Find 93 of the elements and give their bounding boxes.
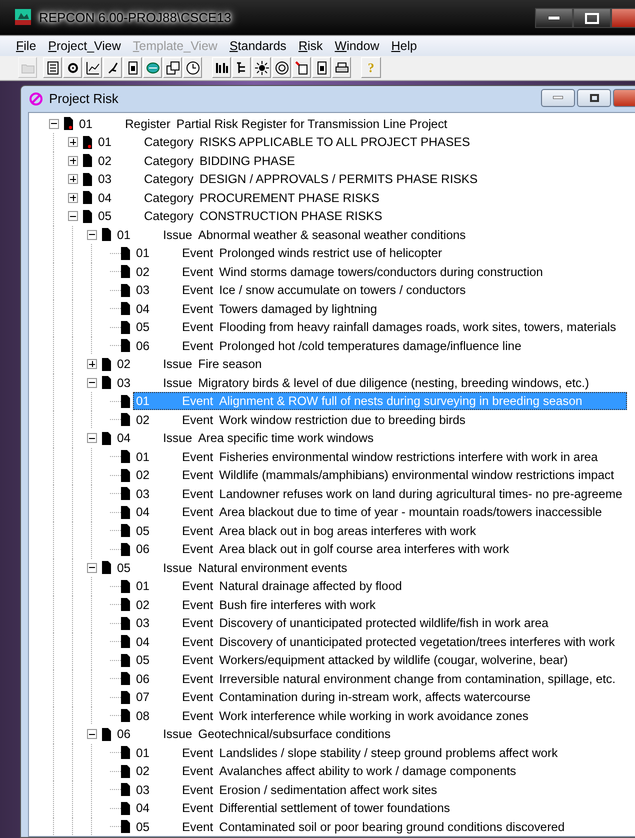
maximize-button[interactable] — [573, 8, 611, 28]
maximize-icon — [585, 12, 599, 24]
tree-item[interactable]: 03 Category DESIGN / APPROVALS / PERMITS PHASE RISKS — [95, 170, 481, 188]
window-title: Project Risk — [49, 91, 118, 106]
toolbar-button[interactable] — [212, 57, 231, 78]
menu-item[interactable]: Risk — [292, 38, 329, 53]
tree-item[interactable]: 05 Event Contaminated soil or poor bearing ground conditions discovered — [133, 818, 568, 836]
tree-item[interactable]: 01 Issue Abnormal weather & seasonal weather conditions — [114, 226, 469, 244]
toolbar-button[interactable] — [252, 57, 271, 78]
tree-item[interactable]: 06 Issue Geotechnical/subsurface conditions — [114, 725, 394, 744]
tree-item[interactable]: 01 Category RISKS APPLICABLE TO ALL PROJECT PHASES — [95, 133, 473, 152]
tree-item[interactable]: 02 Event Avalanches affect ability to work / damage components — [133, 762, 520, 780]
document-icon — [126, 60, 140, 75]
expand-toggle[interactable] — [87, 729, 97, 740]
tree-item[interactable]: 04 Event Discovery of unanticipated protected vegetation/trees interferes with work — [133, 632, 618, 651]
sun-icon — [254, 60, 268, 75]
expand-toggle[interactable] — [68, 174, 78, 184]
tree-item[interactable]: 04 Event Towers damaged by lightning — [133, 300, 380, 318]
toolbar-button[interactable] — [292, 57, 311, 78]
copy-icon — [294, 60, 308, 75]
expand-toggle[interactable] — [87, 359, 97, 370]
tree-item[interactable]: 05 Category CONSTRUCTION PHASE RISKS — [95, 207, 386, 226]
menu-item[interactable]: Help — [385, 38, 423, 53]
toolbar-button[interactable] — [272, 57, 291, 78]
toolbar-button[interactable] — [123, 57, 142, 78]
tree-item[interactable]: 03 Event Ice / snow accumulate on towers / conductors — [133, 281, 469, 300]
menu-item[interactable]: File — [10, 38, 42, 53]
tree-item[interactable]: 01 Event Landslides / slope stability / steep ground problems affect work — [133, 744, 561, 762]
toolbar-button[interactable] — [163, 57, 182, 78]
toolbar-button[interactable] — [312, 57, 331, 78]
tree-item[interactable]: 03 Event Discovery of unanticipated protected wildlife/fish in work area — [133, 614, 552, 632]
expand-toggle[interactable] — [87, 230, 97, 240]
toolbar-button[interactable] — [103, 57, 122, 78]
tree-item[interactable]: 01 Event Fisheries environmental window restrictions interfere with work in area — [133, 448, 601, 466]
toolbar-button[interactable] — [183, 57, 202, 78]
toolbar-button[interactable] — [83, 57, 102, 78]
tree-item[interactable]: 06 Event Prolonged hot /cold temperatures damage/influence line — [133, 336, 524, 355]
tree-item[interactable]: 01 Event Prolonged winds restrict use of helicopter — [133, 244, 446, 262]
tree-item[interactable]: 03 Event Erosion / sedimentation affect work sites — [133, 780, 440, 799]
tree-item[interactable]: 05 Event Workers/equipment attacked by wildlife (cougar, wolverine, bear) — [133, 651, 571, 670]
tree-item[interactable]: 01 Event Natural drainage affected by flood — [133, 577, 405, 596]
expand-toggle[interactable] — [68, 192, 78, 203]
tree-item[interactable]: 04 Issue Area specific time work windows — [114, 429, 377, 448]
tree-item[interactable]: 02 Event Bush fire interferes with work — [133, 596, 379, 614]
tree-item[interactable]: 04 Category PROCUREMENT PHASE RISKS — [95, 188, 382, 207]
document-icon — [314, 60, 328, 75]
toolbar-button[interactable] — [43, 57, 62, 78]
expand-toggle[interactable] — [49, 118, 59, 129]
tree-item[interactable]: 02 Event Work window restriction due to breeding birds — [133, 410, 469, 429]
tree-item[interactable]: 07 Event Contamination during in-stream work, affects watercourse — [133, 688, 534, 706]
minimize-icon — [553, 96, 563, 99]
toolbar-button[interactable] — [232, 57, 251, 78]
expand-toggle[interactable] — [68, 137, 78, 148]
tree-item[interactable]: 02 Event Wildlife (mammals/amphibians) environmental window restrictions impact — [133, 466, 618, 484]
minimize-button[interactable] — [535, 8, 573, 28]
toolbar-button[interactable] — [63, 57, 82, 78]
tree-item[interactable]: 05 Event Area black out in bog areas interferes with work — [133, 522, 479, 540]
expand-toggle[interactable] — [68, 156, 78, 166]
bars-icon — [214, 60, 228, 75]
tree-item[interactable]: 05 Event Flooding from heavy rainfall damages roads, work sites, towers, materials — [133, 318, 620, 336]
stack-icon — [166, 60, 180, 75]
menu-item[interactable]: Standards — [223, 38, 292, 53]
minimize-icon — [548, 16, 560, 20]
tree-item[interactable]: 04 Event Differential settlement of tower foundations — [133, 799, 453, 818]
menu-item[interactable]: Project_View — [42, 38, 127, 53]
expand-toggle[interactable] — [87, 562, 97, 573]
tree-item[interactable]: 05 Issue Natural environment events — [114, 558, 350, 577]
tree-item[interactable]: 01 Register Partial Risk Register for Transmission Line Project — [76, 114, 450, 133]
menu-item[interactable]: Window — [328, 38, 386, 53]
chart-icon — [86, 60, 100, 75]
expand-toggle[interactable] — [87, 433, 97, 444]
toolbar-button[interactable] — [143, 57, 162, 78]
tree-item[interactable]: 02 Event Wind storms damage towers/conductors during construction — [133, 262, 546, 281]
tree-item[interactable]: 06 Event Irreversible natural environment change from contamination, spillage, etc. — [133, 670, 618, 688]
prohibited-icon — [29, 92, 43, 106]
app-icon — [15, 9, 31, 26]
printer-icon — [334, 60, 348, 75]
tree-item[interactable]: 06 Event Area black out in golf course area interferes with work — [133, 540, 512, 558]
tree-item[interactable]: 03 Issue Migratory birds & level of due diligence (nesting, breeding windows, etc.) — [114, 374, 592, 392]
tree-item[interactable]: 02 Category BIDDING PHASE — [95, 152, 298, 170]
restore-icon — [590, 94, 598, 102]
expand-toggle[interactable] — [68, 211, 78, 222]
tree-item[interactable]: 02 Issue Fire season — [114, 355, 265, 374]
target-icon — [274, 60, 288, 75]
tree-item[interactable]: 03 Event Landowner refuses work on land during agricultural times- no pre-agreeme — [133, 484, 626, 503]
expand-toggle[interactable] — [87, 378, 97, 388]
tree-item[interactable]: 08 Event Work interference while working in work avoidance zones — [133, 706, 532, 725]
clock-icon — [186, 60, 200, 75]
tree-item[interactable]: 04 Event Area blackout due to time of year - mountain roads/towers inaccessible — [133, 503, 605, 522]
toolbar-button[interactable] — [332, 57, 351, 78]
maximize-button[interactable] — [577, 88, 611, 106]
window-title: REPCON 6.00-PROJ88\CSCE13 — [39, 10, 232, 25]
list-icon — [46, 60, 60, 75]
